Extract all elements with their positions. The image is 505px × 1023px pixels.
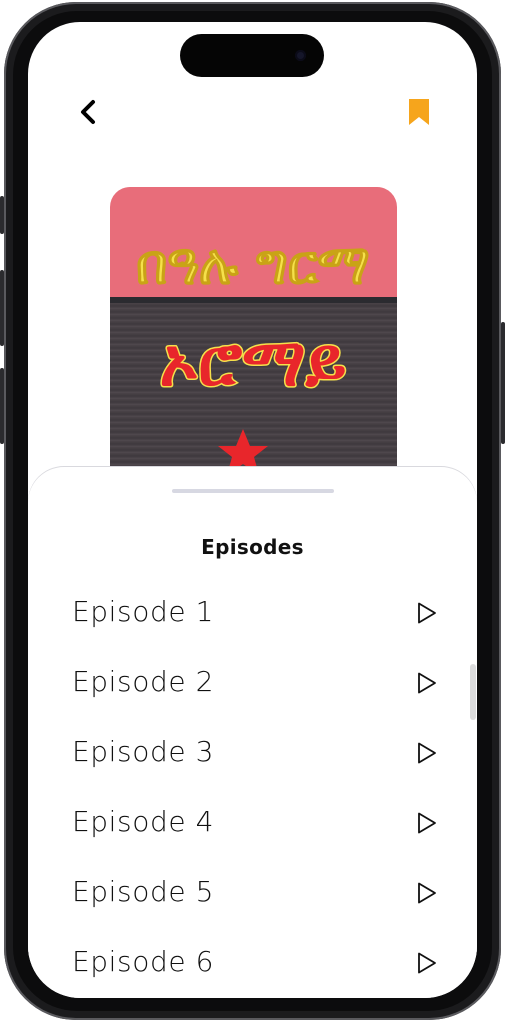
episode-label: Episode 5: [72, 875, 215, 908]
episode-row[interactable]: Episode 1: [28, 579, 477, 649]
bookmark-button[interactable]: [404, 96, 434, 128]
play-icon[interactable]: [416, 671, 438, 695]
chevron-left-icon: [81, 100, 95, 124]
cover-title: ኦሮማይ: [160, 324, 347, 401]
bookmark-icon: [409, 99, 429, 125]
episode-label: Episode 2: [72, 665, 215, 698]
scrollbar[interactable]: [470, 664, 476, 720]
action-button: [0, 196, 4, 234]
power-button: [501, 322, 505, 444]
episode-row[interactable]: Episode 3: [28, 719, 477, 789]
cover-artwork: በዓሉ ግርማ ኦሮማይ: [130, 232, 378, 487]
episode-row[interactable]: Episode 4: [28, 789, 477, 859]
episode-label: Episode 6: [72, 945, 215, 978]
episode-row[interactable]: Episode 2: [28, 649, 477, 719]
episodes-title: Episodes: [201, 535, 304, 559]
dynamic-island: [180, 34, 324, 77]
sheet-drag-handle[interactable]: [172, 489, 334, 493]
book-cover: በዓሉ ግርማ ኦሮማይ: [110, 187, 397, 487]
play-icon[interactable]: [416, 951, 438, 975]
episode-label: Episode 3: [72, 735, 215, 768]
cover-author: በዓሉ ግርማ: [136, 233, 369, 296]
play-icon[interactable]: [416, 811, 438, 835]
episodes-sheet: Episodes Episode 1 Episode 2 Episode 3 E…: [28, 467, 477, 998]
episode-label: Episode 4: [72, 805, 215, 838]
play-icon[interactable]: [416, 881, 438, 905]
screen: በዓሉ ግርማ ኦሮማይ Episodes Episode 1 Episode …: [28, 22, 477, 998]
episode-row[interactable]: Episode 6: [28, 929, 477, 998]
episode-row[interactable]: Episode 5: [28, 859, 477, 929]
episode-label: Episode 1: [72, 595, 215, 628]
back-button[interactable]: [72, 96, 104, 128]
volume-down-button: [0, 368, 4, 444]
play-icon[interactable]: [416, 601, 438, 625]
volume-up-button: [0, 270, 4, 346]
front-camera: [295, 50, 306, 61]
play-icon[interactable]: [416, 741, 438, 765]
